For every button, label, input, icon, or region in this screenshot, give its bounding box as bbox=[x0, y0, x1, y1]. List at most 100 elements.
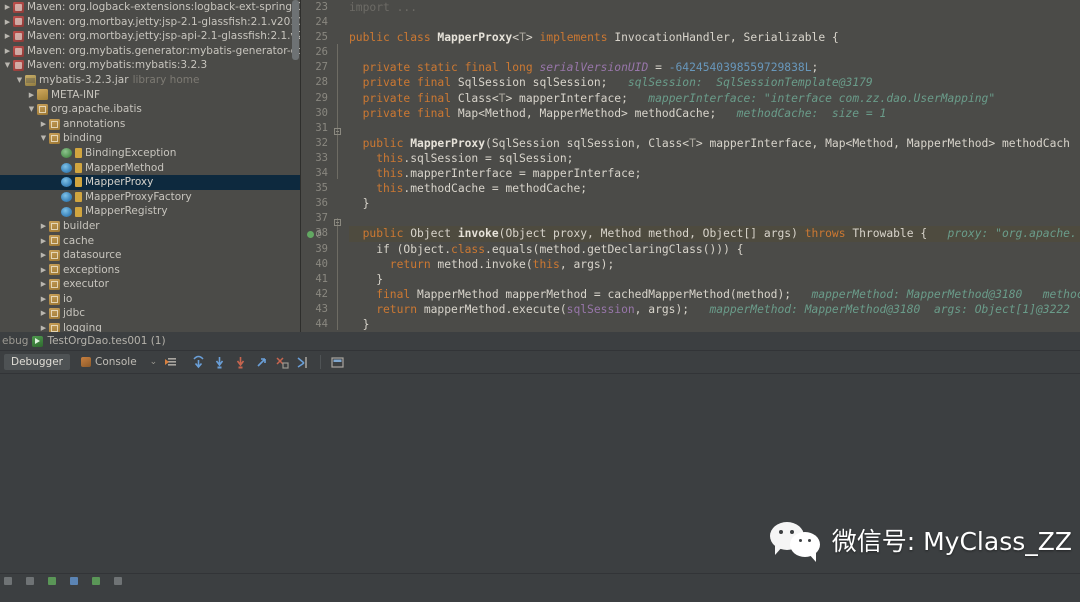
evaluate-expression-icon[interactable] bbox=[330, 355, 345, 370]
code-line[interactable]: this.sqlSession = sqlSession; bbox=[349, 151, 1080, 166]
chevron-right-icon[interactable]: ▶ bbox=[38, 117, 49, 132]
code-line[interactable]: public MapperProxy(SqlSession sqlSession… bbox=[349, 136, 1080, 151]
tree-item[interactable]: ▶ Maven: org.mortbay.jetty:jsp-api-2.1-gl… bbox=[0, 29, 300, 44]
project-tree-panel[interactable]: ▶ Maven: org.logback-extensions:logback-e… bbox=[0, 0, 301, 332]
chevron-down-icon[interactable]: ▼ bbox=[38, 131, 49, 146]
step-into-icon[interactable] bbox=[212, 355, 227, 370]
tree-item[interactable]: ▶ META-INF bbox=[0, 88, 300, 103]
code-line[interactable]: } bbox=[349, 317, 1080, 332]
chevron-right-icon[interactable]: ▶ bbox=[38, 234, 49, 249]
tree-item-label: io bbox=[63, 292, 73, 305]
fold-box-icon[interactable] bbox=[334, 128, 341, 135]
tree-item[interactable]: ▶ builder bbox=[0, 219, 300, 234]
code-token: mapperMethod: MapperMethod@3180 methoc bbox=[791, 287, 1080, 301]
chevron-right-icon[interactable]: ▶ bbox=[2, 29, 13, 44]
chevron-right-icon[interactable]: ▶ bbox=[38, 277, 49, 292]
code-line[interactable]: private final SqlSession sqlSession; sql… bbox=[349, 75, 1080, 90]
tree-item[interactable]: ▶ Maven: org.mybatis.generator:mybatis-ge… bbox=[0, 44, 300, 59]
fold-box-icon[interactable] bbox=[334, 219, 341, 226]
tree-item[interactable]: ▶ executor bbox=[0, 277, 300, 292]
code-line[interactable]: final MapperMethod mapperMethod = cached… bbox=[349, 287, 1080, 302]
tree-item[interactable]: ▼ org.apache.ibatis bbox=[0, 102, 300, 117]
code-line[interactable]: this.methodCache = methodCache; bbox=[349, 181, 1080, 196]
code-line[interactable] bbox=[349, 15, 1080, 30]
tree-item[interactable]: ▼ mybatis-3.2.3.jar library home bbox=[0, 73, 300, 88]
tree-item[interactable]: ▶ annotations bbox=[0, 117, 300, 132]
status-item-5[interactable] bbox=[92, 577, 100, 585]
tree-item[interactable]: ▶ logging bbox=[0, 321, 300, 332]
code-text[interactable]: import ... public class MapperProxy<T> i… bbox=[349, 0, 1080, 332]
tab-console[interactable]: Console bbox=[74, 354, 144, 370]
code-line[interactable]: private final Class<T> mapperInterface; … bbox=[349, 91, 1080, 106]
chevron-right-icon[interactable]: ▶ bbox=[38, 263, 49, 278]
tab-debugger[interactable]: Debugger bbox=[4, 354, 70, 370]
tree-item[interactable]: ▶ Maven: org.mortbay.jetty:jsp-2.1-glassf… bbox=[0, 15, 300, 30]
tree-item-sublabel: library home bbox=[132, 73, 200, 86]
tree-item-label: Maven: org.mybatis:mybatis:3.2.3 bbox=[27, 59, 208, 72]
chevron-right-icon[interactable]: ▶ bbox=[38, 248, 49, 263]
tree-item[interactable]: ▶ exceptions bbox=[0, 263, 300, 278]
code-line[interactable]: private final Map<Method, MapperMethod> … bbox=[349, 106, 1080, 121]
tree-item-label: Maven: org.mortbay.jetty:jsp-2.1-glassfi… bbox=[27, 15, 301, 28]
code-line[interactable] bbox=[349, 45, 1080, 60]
status-item-6[interactable] bbox=[114, 577, 122, 585]
chevron-right-icon[interactable]: ▶ bbox=[26, 88, 37, 103]
tree-scrollbar[interactable] bbox=[292, 0, 299, 60]
tree-item[interactable]: BindingException bbox=[0, 146, 300, 161]
editor-gutter[interactable]: 23 24 25 26 27 28 29 30 31 32 33 34 35 36 37 38 39 40 41 42… bbox=[301, 0, 334, 332]
line-number: 35 bbox=[315, 182, 328, 195]
line-number: 32 bbox=[315, 136, 328, 149]
step-out-icon[interactable] bbox=[254, 355, 269, 370]
status-item-4[interactable] bbox=[70, 577, 78, 585]
chevron-right-icon[interactable]: ▶ bbox=[38, 219, 49, 234]
tree-item[interactable]: MapperMethod bbox=[0, 161, 300, 176]
tree-item[interactable]: ▶ datasource bbox=[0, 248, 300, 263]
tree-item[interactable]: ▶ jdbc bbox=[0, 306, 300, 321]
chevron-right-icon[interactable]: ▶ bbox=[38, 306, 49, 321]
code-line[interactable] bbox=[349, 211, 1080, 226]
chevron-right-icon[interactable]: ▶ bbox=[38, 292, 49, 307]
chevron-right-icon[interactable]: ▶ bbox=[2, 44, 13, 59]
tree-item[interactable]: MapperProxyFactory bbox=[0, 190, 300, 205]
show-execution-point-icon[interactable] bbox=[165, 355, 180, 370]
code-folding-column[interactable] bbox=[333, 0, 345, 332]
run-to-cursor-icon[interactable] bbox=[296, 355, 311, 370]
code-line[interactable] bbox=[349, 121, 1080, 136]
tree-item[interactable]: ▶ io bbox=[0, 292, 300, 307]
tab-overflow-icon[interactable]: ⌄ bbox=[150, 357, 158, 367]
code-line[interactable]: public Object invoke(Object proxy, Metho… bbox=[349, 226, 1080, 242]
chevron-right-icon[interactable]: ▶ bbox=[2, 0, 13, 15]
tree-item[interactable]: ▼ Maven: org.mybatis:mybatis:3.2.3 bbox=[0, 58, 300, 73]
code-line[interactable]: } bbox=[349, 196, 1080, 211]
chevron-right-icon[interactable]: ▶ bbox=[38, 321, 49, 332]
tree-item[interactable]: ▶ Maven: org.logback-extensions:logback-e… bbox=[0, 0, 300, 15]
status-bar[interactable] bbox=[0, 573, 1080, 588]
force-step-into-icon[interactable] bbox=[233, 355, 248, 370]
chevron-down-icon[interactable]: ▼ bbox=[14, 73, 25, 88]
tree-item[interactable]: ▼ binding bbox=[0, 131, 300, 146]
code-line[interactable]: import ... bbox=[349, 0, 1080, 15]
override-marker-icon[interactable]: @ bbox=[316, 229, 321, 239]
code-line[interactable]: if (Object.class.equals(method.getDeclar… bbox=[349, 242, 1080, 257]
chevron-down-icon[interactable]: ▼ bbox=[2, 58, 13, 73]
step-over-icon[interactable] bbox=[191, 355, 206, 370]
code-token: this bbox=[532, 257, 560, 271]
code-line[interactable]: return mapperMethod.execute(sqlSession, … bbox=[349, 302, 1080, 317]
code-line[interactable]: this.mapperInterface = mapperInterface; bbox=[349, 166, 1080, 181]
chevron-right-icon[interactable]: ▶ bbox=[2, 15, 13, 30]
tree-item[interactable]: MapperRegistry bbox=[0, 204, 300, 219]
tree-item[interactable]: MapperProxy bbox=[0, 175, 300, 190]
code-line[interactable]: public class MapperProxy<T> implements I… bbox=[349, 30, 1080, 45]
drop-frame-icon[interactable] bbox=[275, 355, 290, 370]
chevron-down-icon[interactable]: ▼ bbox=[26, 102, 37, 117]
code-editor[interactable]: 23 24 25 26 27 28 29 30 31 32 33 34 35 36 37 38 39 40 41 42… bbox=[301, 0, 1080, 332]
breakpoint-marker[interactable]: @ bbox=[307, 227, 331, 242]
code-line[interactable]: } bbox=[349, 272, 1080, 287]
status-item-2[interactable] bbox=[26, 577, 34, 585]
code-line[interactable]: return method.invoke(this, args); bbox=[349, 257, 1080, 272]
status-item-3[interactable] bbox=[48, 577, 56, 585]
debugger-toolbar[interactable]: Debugger Console ⌄ bbox=[0, 351, 1080, 374]
status-item-1[interactable] bbox=[4, 577, 12, 585]
tree-item[interactable]: ▶ cache bbox=[0, 234, 300, 249]
code-line[interactable]: private static final long serialVersionU… bbox=[349, 60, 1080, 75]
